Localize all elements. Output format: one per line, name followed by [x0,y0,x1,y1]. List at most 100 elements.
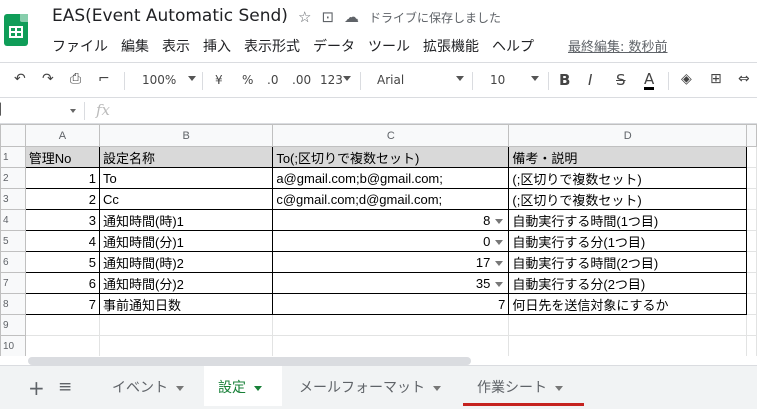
cell-d2[interactable]: (;区切りで複数セット) [508,167,748,189]
cell-d5[interactable]: 自動実行する分(1つ目) [508,230,748,252]
cell-d7[interactable]: 自動実行する分(2つ目) [508,272,748,294]
row-number[interactable]: 6 [0,251,26,273]
font-caret-icon[interactable] [456,76,464,81]
cell-c6-dropdown[interactable]: 17 [272,251,510,273]
cell-b7[interactable]: 通知時間(分)2 [98,272,274,294]
column-header-b[interactable]: B [98,124,274,147]
menu-insert[interactable]: 挿入 [203,36,231,56]
cell-c7-dropdown[interactable]: 35 [272,272,510,294]
more-formats-caret-icon[interactable] [343,76,351,81]
cell-e4[interactable] [746,209,757,231]
strikethrough-button[interactable]: S [616,71,626,89]
text-color-button[interactable]: A [644,71,655,90]
font-size-caret-icon[interactable] [531,76,539,81]
tab-mail-format[interactable]: メールフォーマット [285,366,461,406]
chevron-down-icon[interactable] [254,385,262,391]
move-folder-icon[interactable]: ⊡ [321,8,334,26]
row-number[interactable]: 10 [0,335,26,356]
cell-a3[interactable]: 2 [24,188,100,210]
cell-a4[interactable]: 3 [24,209,100,231]
cell-a8[interactable]: 7 [24,293,100,315]
tab-event[interactable]: イベント [98,366,202,406]
column-header-c[interactable]: C [272,124,510,147]
cell-e3[interactable] [746,188,757,210]
cell-b5[interactable]: 通知時間(分)1 [98,230,274,252]
cell-d6[interactable]: 自動実行する時間(2つ目) [508,251,748,273]
star-icon[interactable]: ☆ [298,8,311,26]
print-icon[interactable]: ⎙ [70,71,81,87]
cell-table[interactable]: A B C D 1 管理No 設定名称 To(;区切りで複数セット) 備考・説明… [0,124,757,356]
menu-data[interactable]: データ [313,36,355,56]
row-number[interactable]: 4 [0,209,26,231]
cell-c8[interactable]: 7 [272,293,510,315]
cell-c1[interactable]: To(;区切りで複数セット) [272,146,510,168]
cell-b6[interactable]: 通知時間(時)2 [98,251,274,273]
zoom-caret-icon[interactable] [188,76,196,81]
bold-button[interactable]: B [559,71,570,89]
italic-button[interactable]: I [588,71,592,89]
font-size-select[interactable]: 10 [490,73,505,87]
row-number[interactable]: 2 [0,167,26,189]
cell-c3[interactable]: c@gmail.com;d@gmail.com; [272,188,510,210]
cell-a2[interactable]: 1 [24,167,100,189]
all-sheets-icon[interactable]: ≡ [58,377,72,397]
cell-c5-dropdown[interactable]: 0 [272,230,510,252]
tab-settings[interactable]: 設定 [204,366,282,406]
cell-e9[interactable] [746,314,757,336]
cell-c4-dropdown[interactable]: 8 [272,209,510,231]
dropdown-arrow-icon[interactable] [495,282,504,287]
cell-d3[interactable]: (;区切りで複数セット) [508,188,748,210]
cell-d10[interactable] [508,335,748,356]
row-number[interactable]: 8 [0,293,26,315]
more-formats-button[interactable]: 123 [320,73,343,87]
dropdown-arrow-icon[interactable] [495,219,504,224]
add-sheet-icon[interactable]: + [28,376,45,400]
chevron-down-icon[interactable] [176,385,184,391]
sheet-grid[interactable]: A B C D 1 管理No 設定名称 To(;区切りで複数セット) 備考・説明… [0,124,757,356]
cell-e5[interactable] [746,230,757,252]
font-select[interactable]: Arial [377,73,404,87]
horizontal-scrollbar[interactable] [28,357,471,365]
cell-d4[interactable]: 自動実行する時間(1つ目) [508,209,748,231]
menu-file[interactable]: ファイル [52,36,108,56]
paint-format-icon[interactable]: ⌐ [98,71,110,87]
cell-c9[interactable] [272,314,510,336]
fill-color-icon[interactable]: ◈ [681,71,692,87]
name-box-caret-icon[interactable] [70,109,76,113]
cell-b3[interactable]: Cc [98,188,274,210]
chevron-down-icon[interactable] [555,385,563,391]
row-number[interactable]: 5 [0,230,26,252]
cell-a1[interactable]: 管理No [24,146,100,168]
cell-b2[interactable]: To [98,167,274,189]
cell-d9[interactable] [508,314,748,336]
column-header-e[interactable] [746,124,757,147]
borders-icon[interactable]: ⊞ [710,71,722,87]
cell-c2[interactable]: a@gmail.com;b@gmail.com; [272,167,510,189]
cell-a10[interactable] [24,335,100,356]
cell-b1[interactable]: 設定名称 [98,146,274,168]
menu-edit[interactable]: 編集 [121,36,149,56]
cell-b8[interactable]: 事前通知日数 [98,293,274,315]
percent-format-button[interactable]: % [242,73,253,87]
column-header-d[interactable]: D [508,124,748,147]
cell-e8[interactable] [746,293,757,315]
redo-icon[interactable]: ↷ [42,71,54,87]
cell-a5[interactable]: 4 [24,230,100,252]
undo-icon[interactable]: ↶ [14,71,26,87]
row-number[interactable]: 9 [0,314,26,336]
select-all-corner[interactable] [0,124,26,147]
last-edit-link[interactable]: 最終編集: 数秒前 [568,36,668,55]
row-number[interactable]: 1 [0,146,26,168]
column-header-a[interactable]: A [24,124,100,147]
row-number[interactable]: 3 [0,188,26,210]
decrease-decimal-button[interactable]: .0 [267,73,278,87]
cell-b10[interactable] [98,335,274,356]
cell-d8[interactable]: 何日先を送信対象にするか [508,293,748,315]
name-box[interactable]: ▏ [0,103,8,116]
cell-e10[interactable] [746,335,757,356]
row-number[interactable]: 7 [0,272,26,294]
cell-e6[interactable] [746,251,757,273]
menu-format[interactable]: 表示形式 [244,36,300,56]
menu-view[interactable]: 表示 [162,36,190,56]
menu-help[interactable]: ヘルプ [492,36,534,56]
